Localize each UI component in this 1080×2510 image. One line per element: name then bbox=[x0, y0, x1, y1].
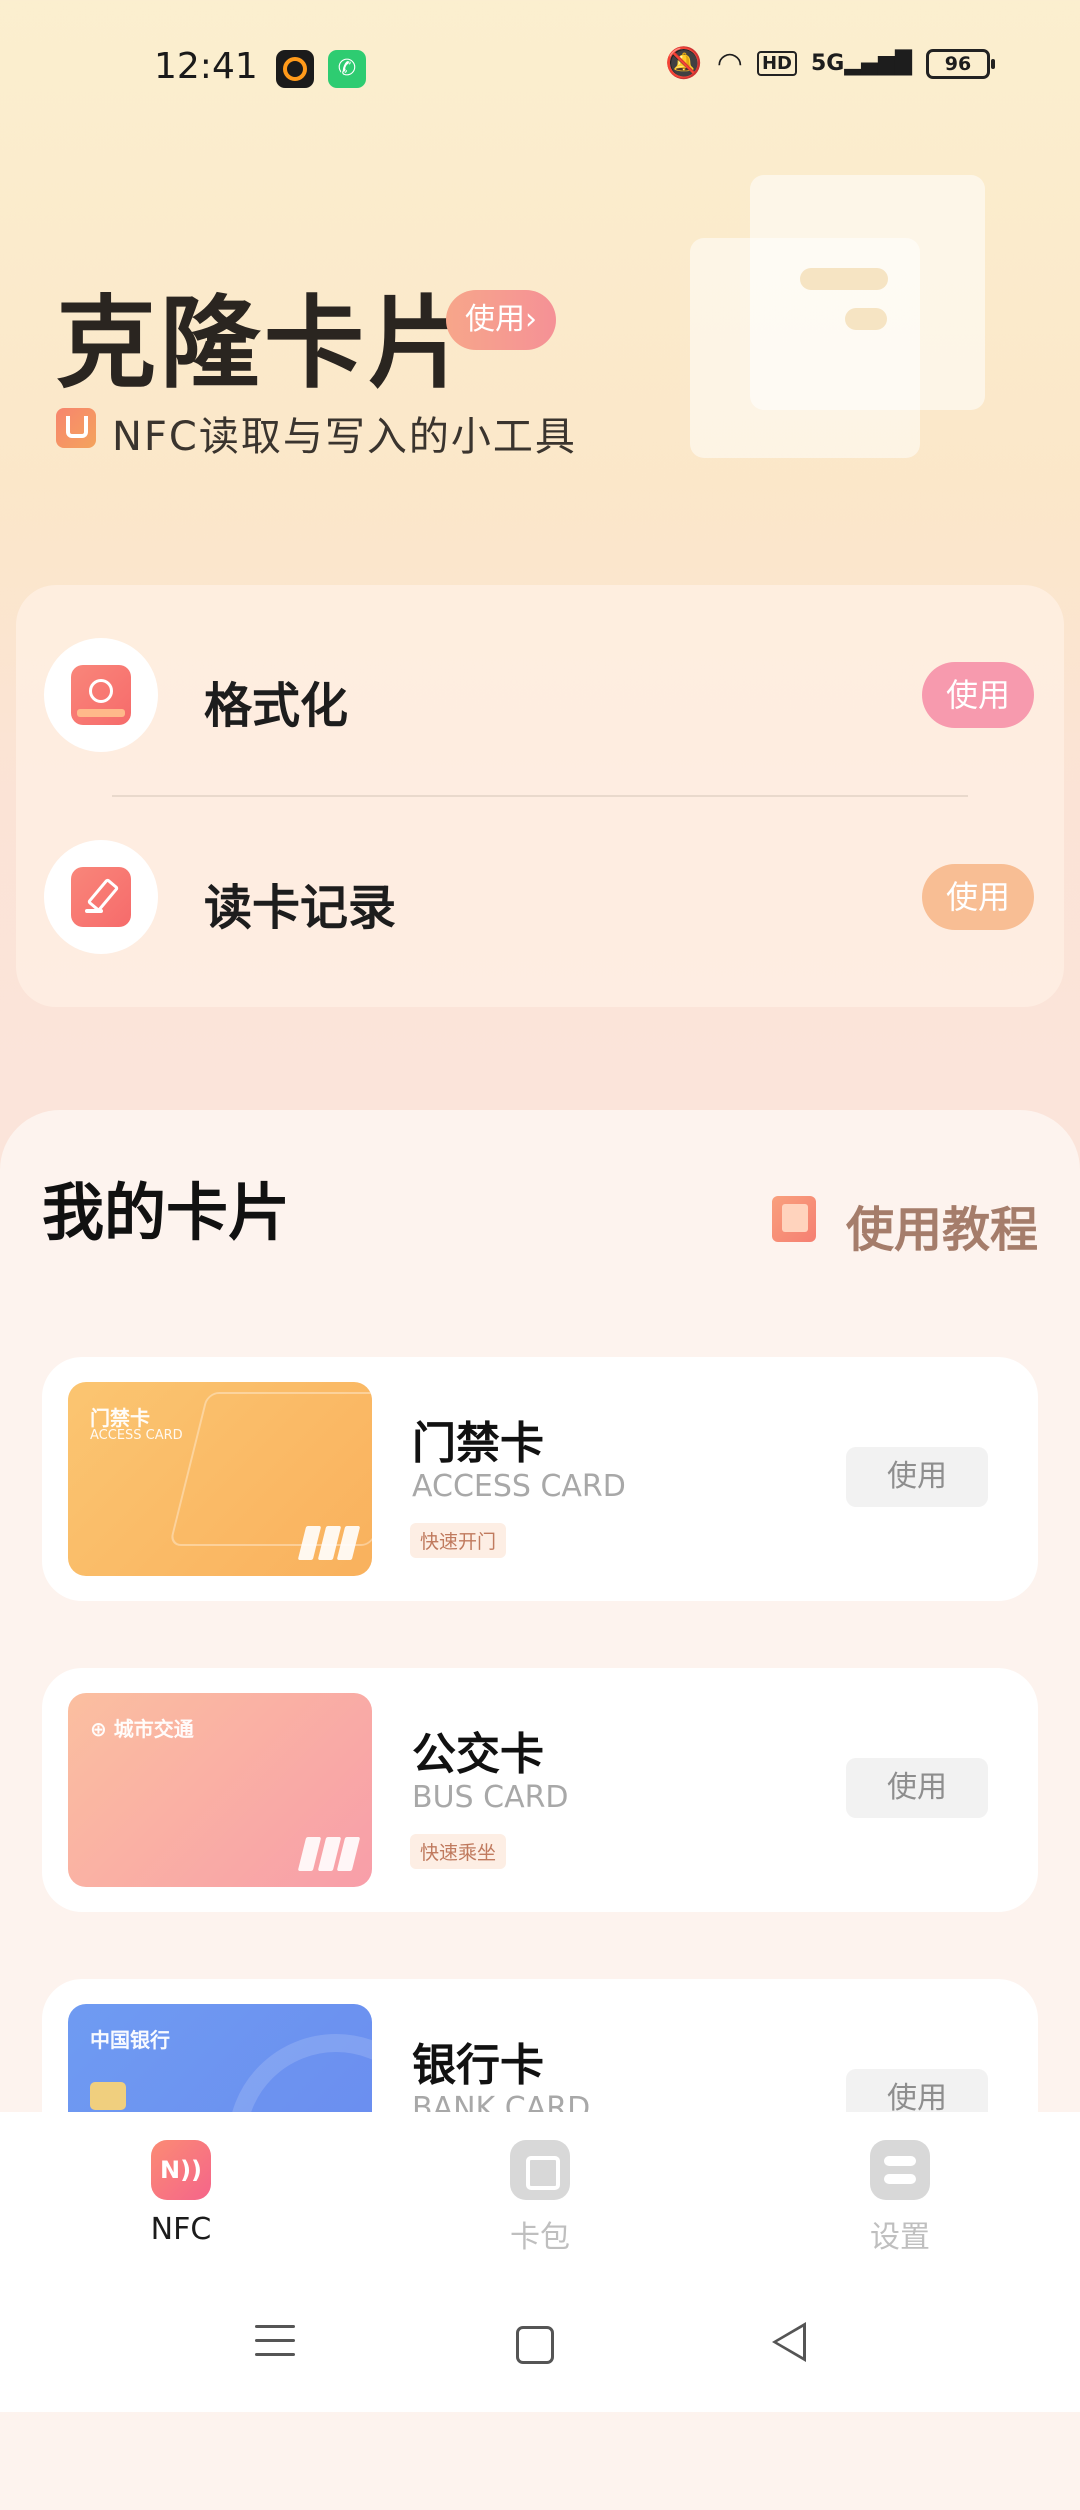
read-record-use-button[interactable]: 使用 bbox=[922, 864, 1034, 930]
phone-app-icon: ✆ bbox=[328, 50, 366, 88]
nav-item-settings[interactable]: 设置 bbox=[820, 2140, 980, 2256]
tool-icon-container bbox=[44, 638, 158, 752]
tool-label: 读卡记录 bbox=[204, 880, 397, 936]
header-decoration-bar bbox=[845, 308, 887, 330]
nav-item-wallet[interactable]: 卡包 bbox=[460, 2140, 620, 2256]
access-card-use-button[interactable]: 使用 bbox=[846, 1447, 988, 1507]
tool-row-format[interactable]: 格式化 使用 bbox=[44, 638, 1034, 754]
page-title: 克隆卡片 bbox=[56, 285, 472, 402]
music-app-icon bbox=[276, 50, 314, 88]
nfc-icon: N)) bbox=[151, 2140, 211, 2200]
bus-card-image: ⊕ 城市交通 bbox=[68, 1693, 372, 1887]
tool-icon-container bbox=[44, 840, 158, 954]
tool-label: 格式化 bbox=[204, 678, 349, 734]
card-english-name: BUS CARD bbox=[412, 1780, 569, 1815]
nav-item-nfc[interactable]: N)) NFC bbox=[101, 2140, 261, 2247]
settings-icon bbox=[870, 2140, 930, 2200]
format-icon bbox=[71, 665, 131, 725]
section-title: 我的卡片 bbox=[42, 1176, 291, 1249]
card-stripes-icon bbox=[297, 1837, 361, 1871]
page-subtitle: NFC读取与写入的小工具 bbox=[112, 414, 577, 460]
card-tag: 快速开门 bbox=[410, 1523, 507, 1558]
card-name: 公交卡 bbox=[412, 1729, 544, 1780]
divider bbox=[112, 795, 968, 797]
status-time: 12:41 bbox=[154, 46, 258, 87]
access-card-image: 门禁卡 ACCESS CARD bbox=[68, 1382, 372, 1576]
nav-label: NFC bbox=[150, 2212, 212, 2247]
bus-card-use-button[interactable]: 使用 bbox=[846, 1758, 988, 1818]
5g-signal-icon: 5G▂▄▆█ bbox=[810, 51, 912, 76]
card-item-bus[interactable]: ⊕ 城市交通 公交卡 BUS CARD 快速乘坐 使用 bbox=[42, 1668, 1038, 1912]
nav-label: 卡包 bbox=[510, 2220, 570, 2255]
thumb-title: 中国银行 bbox=[90, 2028, 170, 2052]
book-icon[interactable] bbox=[772, 1196, 816, 1242]
tool-row-read-record[interactable]: 读卡记录 使用 bbox=[44, 840, 1034, 956]
nav-label: 设置 bbox=[870, 2220, 930, 2255]
thumb-title: 门禁卡 bbox=[90, 1406, 150, 1430]
card-item-access[interactable]: 门禁卡 ACCESS CARD 门禁卡 ACCESS CARD 快速开门 使用 bbox=[42, 1357, 1038, 1601]
status-icons: 🔕 ◠ HD 5G▂▄▆█ 96 bbox=[665, 46, 995, 81]
card-tag: 快速乘坐 bbox=[410, 1834, 507, 1869]
hd-icon: HD bbox=[756, 51, 797, 76]
system-home-button[interactable] bbox=[516, 2326, 554, 2364]
card-stripes-icon bbox=[297, 1526, 361, 1560]
wifi-icon: ◠ bbox=[716, 46, 743, 81]
wallet-icon bbox=[510, 2140, 570, 2200]
mute-icon: 🔕 bbox=[665, 46, 703, 81]
battery-icon: 96 bbox=[926, 48, 995, 79]
header-decoration-bar bbox=[800, 268, 888, 290]
thumb-title: ⊕ 城市交通 bbox=[90, 1717, 194, 1741]
read-record-icon bbox=[71, 867, 131, 927]
card-name: 门禁卡 bbox=[412, 1418, 544, 1469]
system-menu-button[interactable] bbox=[255, 2325, 295, 2357]
tool-logo-icon bbox=[56, 408, 96, 448]
title-use-button[interactable]: 使用› bbox=[446, 290, 556, 350]
card-english-name: ACCESS CARD bbox=[412, 1469, 626, 1504]
card-name: 银行卡 bbox=[412, 2040, 544, 2091]
format-use-button[interactable]: 使用 bbox=[922, 662, 1034, 728]
thumb-subtitle: ACCESS CARD bbox=[90, 1428, 183, 1443]
tutorial-link[interactable]: 使用教程 bbox=[846, 1190, 1038, 1260]
chip-icon bbox=[90, 2082, 126, 2110]
system-back-button[interactable] bbox=[772, 2322, 806, 2362]
